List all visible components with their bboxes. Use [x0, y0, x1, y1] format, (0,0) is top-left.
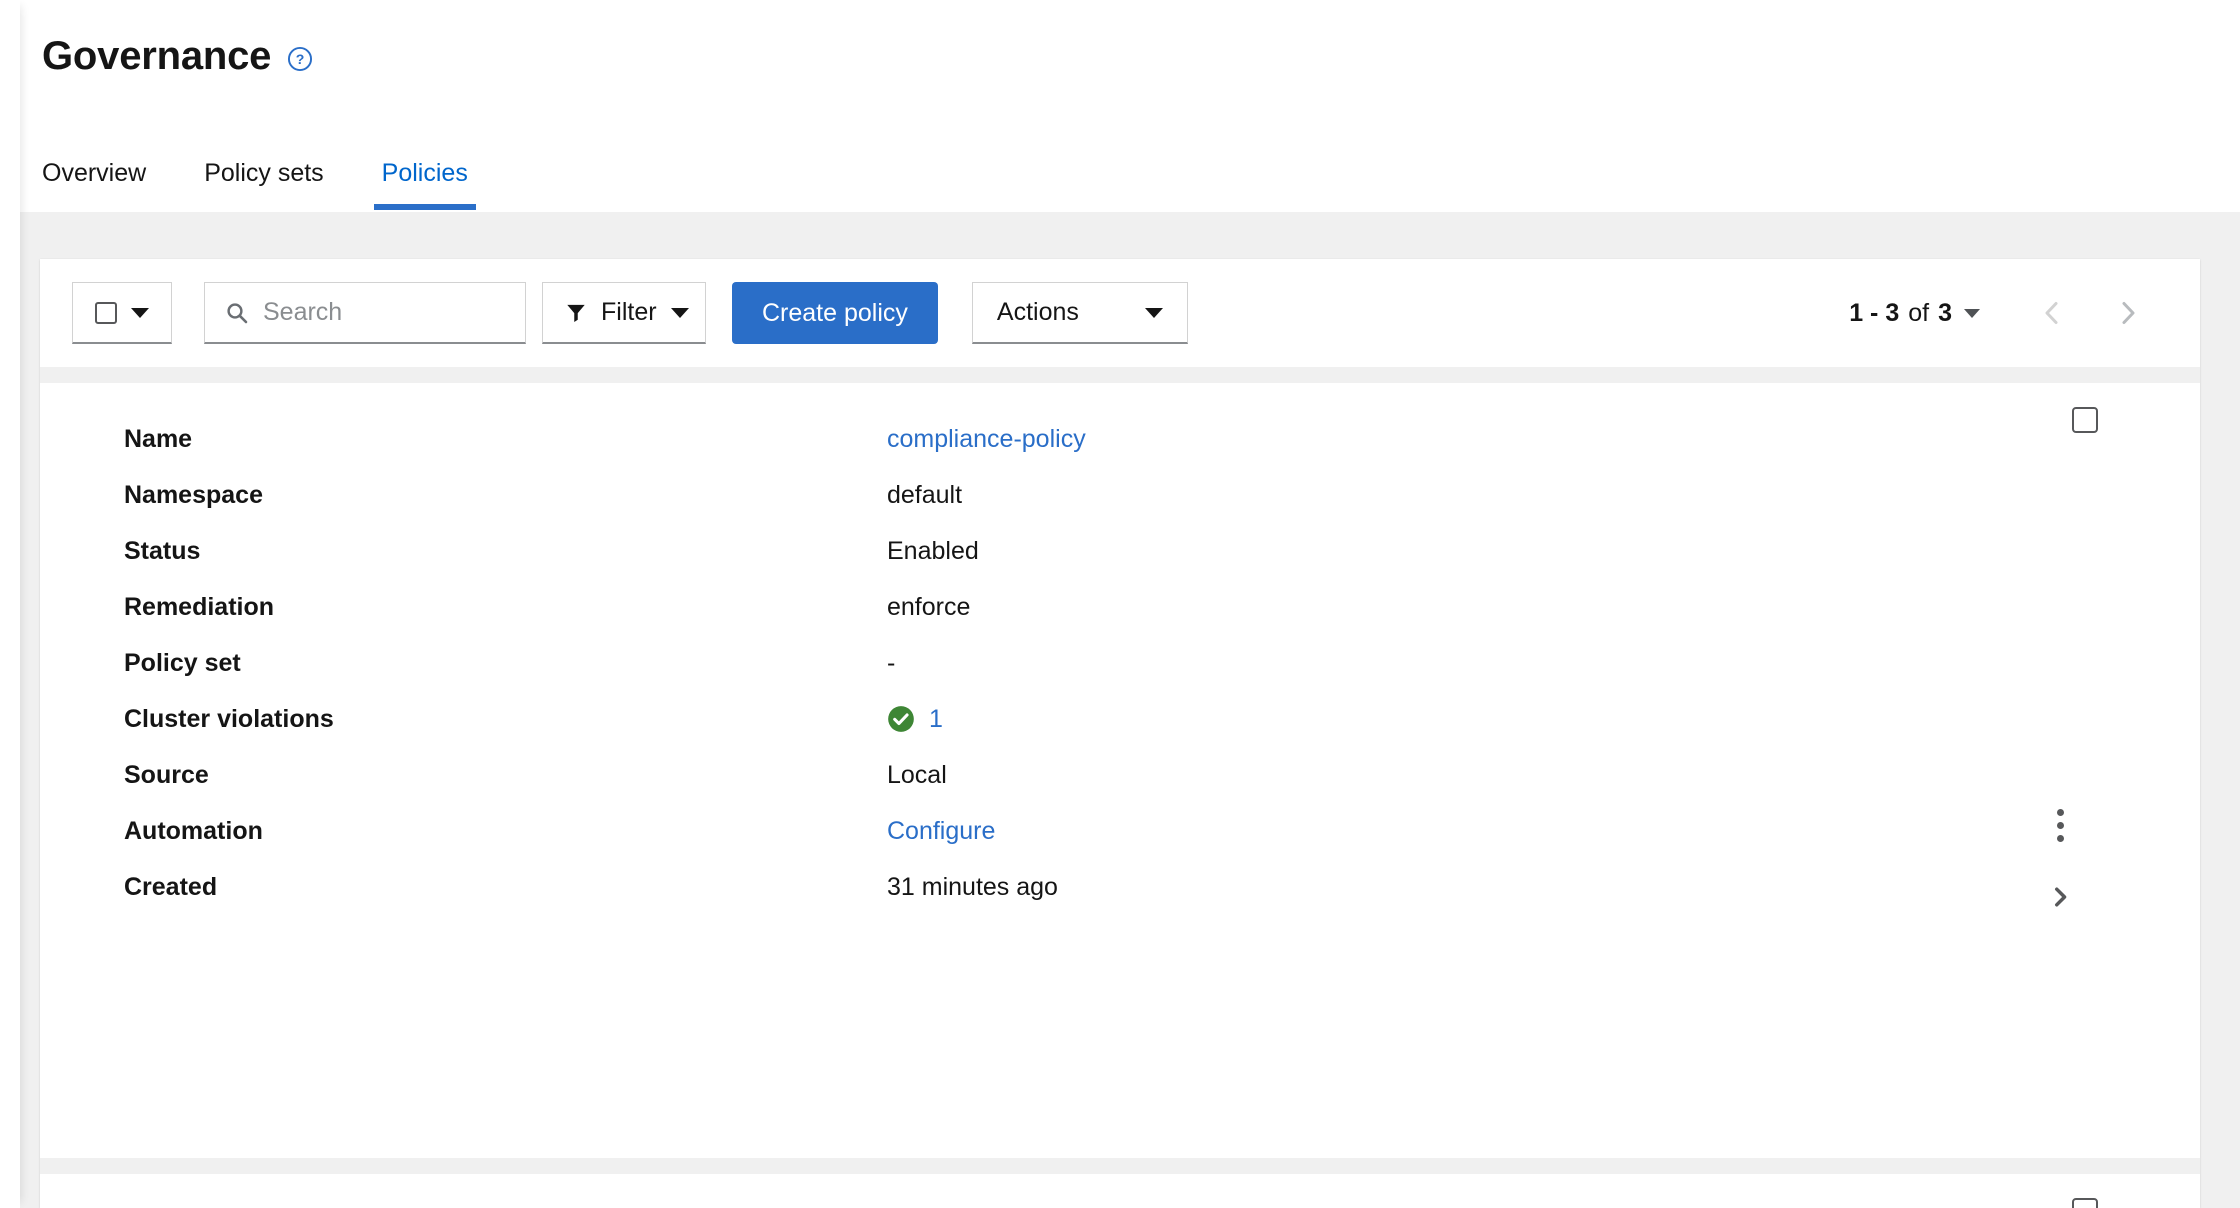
field-value: Enabled — [887, 536, 979, 565]
pagination-next-button[interactable] — [2090, 281, 2166, 345]
tab-overview-label: Overview — [42, 159, 147, 187]
tab-overview[interactable]: Overview — [42, 158, 146, 210]
chevron-right-icon — [2055, 887, 2067, 907]
pagination: 1 - 3 of 3 — [1849, 259, 2166, 367]
chevron-down-icon — [670, 307, 689, 318]
pagination-range: 1 - 3 — [1849, 298, 1900, 327]
pagination-summary[interactable]: 1 - 3 of 3 — [1849, 299, 1952, 328]
row-separator — [40, 1158, 2200, 1174]
field-policy-set: Policy set - — [40, 635, 2200, 691]
field-value: compliance-policy — [887, 425, 1086, 454]
bulk-select-checkbox[interactable] — [95, 301, 117, 324]
pagination-total: 3 — [1938, 298, 1952, 327]
cluster-violations-link[interactable]: 1 — [929, 705, 943, 734]
field-value: Local — [887, 760, 947, 789]
title-row: Governance ? — [42, 32, 313, 80]
field-label: Status — [124, 536, 201, 565]
field-label: Source — [124, 760, 209, 789]
left-edge-shadow — [0, 0, 20, 1208]
table-row: Name namespace-policy Namespace default — [40, 1174, 2200, 1208]
actions-dropdown[interactable]: Actions — [971, 282, 1188, 344]
field-source: Source Local — [40, 747, 2200, 803]
tab-policy-sets[interactable]: Policy sets — [204, 158, 323, 210]
field-name: Name namespace-policy — [40, 1202, 2200, 1208]
page-header: Governance ? Overview Policy sets Polici… — [0, 0, 2240, 212]
field-automation: Automation Configure — [40, 803, 2200, 859]
field-label: Remediation — [124, 592, 275, 621]
row-separator — [40, 367, 2200, 383]
pagination-chevron-down-icon[interactable] — [1964, 308, 1980, 318]
search-box[interactable] — [204, 282, 526, 344]
search-input[interactable] — [263, 292, 493, 333]
row-kebab-menu-icon[interactable] — [2038, 803, 2082, 847]
field-value: enforce — [887, 592, 971, 621]
filter-dropdown[interactable]: Filter — [542, 282, 706, 344]
chevron-right-icon — [2122, 302, 2135, 324]
tab-bar: Overview Policy sets Policies — [42, 132, 476, 210]
filter-label: Filter — [601, 298, 657, 326]
row-expand-toggle[interactable] — [2038, 875, 2082, 919]
chevron-down-icon — [1144, 307, 1163, 318]
governance-page: Governance ? Overview Policy sets Polici… — [0, 0, 2240, 1208]
svg-text:?: ? — [296, 51, 305, 67]
tab-policies-label: Policies — [381, 159, 468, 187]
field-name: Name compliance-policy — [40, 411, 2200, 467]
row-select-checkbox[interactable] — [2072, 1198, 2098, 1208]
pagination-of: of — [1908, 298, 1930, 327]
field-value: Configure — [887, 817, 995, 846]
table-row: Name compliance-policy Namespace default… — [40, 383, 2200, 1158]
field-value: 31 minutes ago — [887, 872, 1058, 901]
tab-policy-sets-label: Policy sets — [204, 159, 324, 187]
field-namespace: Namespace default — [40, 467, 2200, 523]
field-label: Name — [124, 424, 193, 453]
policies-card: Filter Create policy Actions 1 - 3 of 3 — [40, 259, 2200, 1208]
question-circle-icon[interactable]: ? — [287, 46, 313, 72]
automation-configure-link[interactable]: Configure — [887, 817, 995, 846]
search-icon — [225, 301, 249, 325]
tab-policies[interactable]: Policies — [373, 158, 476, 210]
bulk-select-dropdown[interactable] — [72, 282, 172, 344]
field-label: Cluster violations — [124, 704, 334, 733]
field-remediation: Remediation enforce — [40, 579, 2200, 635]
field-status: Status Enabled — [40, 523, 2200, 579]
pagination-prev-button[interactable] — [2014, 281, 2090, 345]
chevron-down-icon — [131, 307, 149, 318]
filter-icon — [565, 302, 587, 324]
field-created: Created 31 minutes ago — [40, 859, 2200, 915]
page-title: Governance — [42, 34, 272, 78]
field-label: Created — [124, 872, 218, 901]
field-value: 1 — [887, 705, 943, 734]
toolbar: Filter Create policy Actions 1 - 3 of 3 — [40, 259, 2200, 367]
create-policy-button[interactable]: Create policy — [732, 282, 938, 344]
row-select-checkbox[interactable] — [2072, 407, 2098, 433]
check-circle-icon — [887, 705, 915, 733]
field-value: default — [887, 480, 963, 509]
field-label: Automation — [124, 816, 263, 845]
chevron-left-icon — [2045, 302, 2058, 324]
actions-label: Actions — [996, 298, 1079, 326]
policy-name-link[interactable]: compliance-policy — [887, 425, 1086, 454]
field-value: - — [887, 648, 896, 677]
field-label: Policy set — [124, 648, 241, 677]
field-label: Namespace — [124, 480, 263, 509]
field-cluster-violations: Cluster violations 1 — [40, 691, 2200, 747]
